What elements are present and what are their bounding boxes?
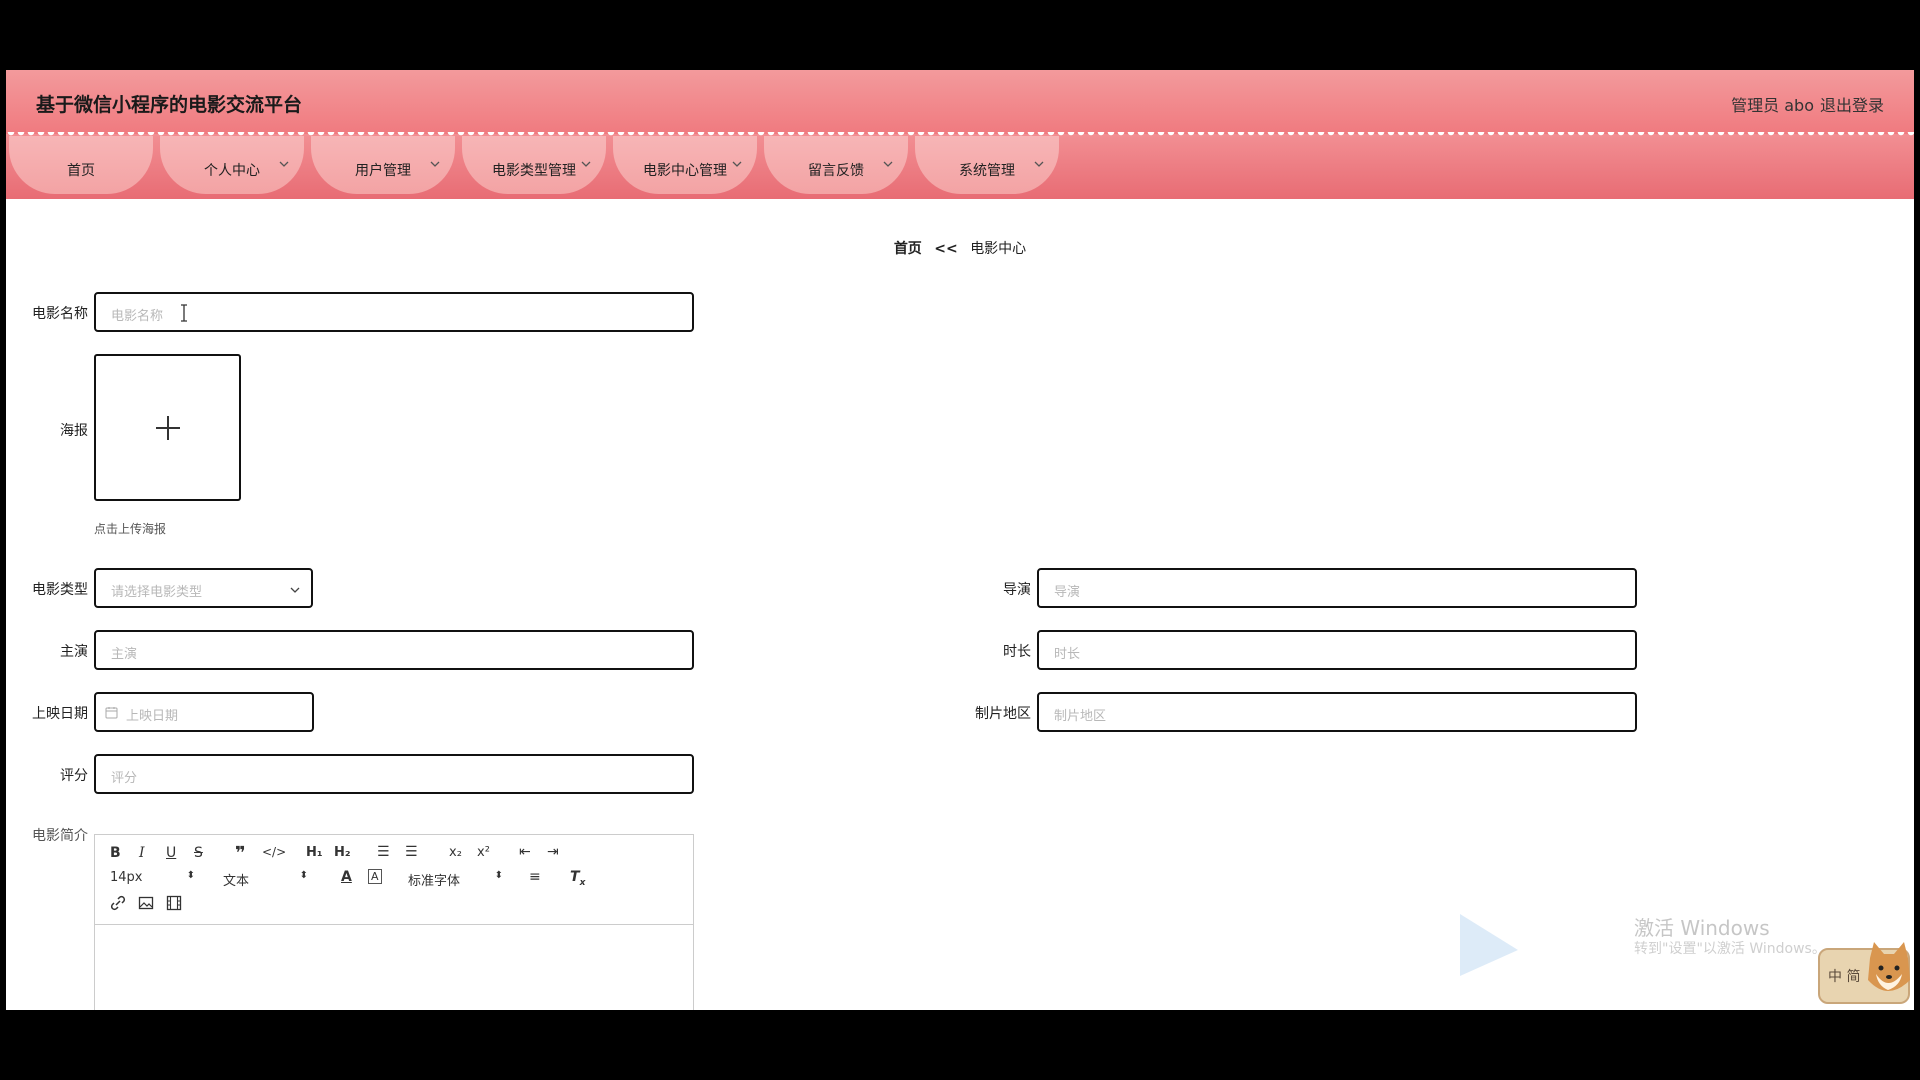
- nav-item-1[interactable]: 个人中心: [160, 136, 304, 194]
- font-size-value: 14px: [110, 870, 143, 885]
- release-date-placeholder: 上映日期: [126, 709, 179, 724]
- calendar-icon: [105, 707, 118, 719]
- font-family-select[interactable]: 标准字体 ⬍: [408, 870, 503, 889]
- nav-item-6[interactable]: 系统管理: [915, 136, 1059, 194]
- duration-placeholder: 时长: [1054, 647, 1081, 662]
- movie-type-placeholder: 请选择电影类型: [111, 585, 203, 600]
- bold-icon[interactable]: B: [110, 845, 121, 861]
- ime-label: 中 简: [1828, 969, 1861, 985]
- editor-toolbar: B I U S ❞ </> H₁ H₂ ☰ ☰ x₂ x² ⇤ ⇥ 14px ⬍ …: [95, 835, 693, 925]
- region-label: 制片地区: [975, 706, 1031, 722]
- chevron-down-icon: [290, 587, 300, 593]
- top-header: 基于微信小程序的电影交流平台 管理员 abo 退出登录: [6, 70, 1914, 134]
- nav-item-5[interactable]: 留言反馈: [764, 136, 908, 194]
- nav-item-label: 首页: [67, 163, 95, 179]
- video-icon[interactable]: [166, 895, 182, 911]
- admin-user-label: 管理员 abo: [1731, 96, 1814, 115]
- code-block-icon[interactable]: </>: [262, 845, 286, 859]
- score-input[interactable]: 评分: [94, 754, 694, 794]
- duration-input[interactable]: 时长: [1037, 630, 1637, 670]
- app-window: 基于微信小程序的电影交流平台 管理员 abo 退出登录 首页 个人中心 用户管理 电影…: [6, 70, 1914, 1010]
- chevron-down-icon: [1034, 161, 1044, 167]
- nav-item-3[interactable]: 电影类型管理: [462, 136, 606, 194]
- score-label: 评分: [60, 768, 88, 784]
- clear-format-icon[interactable]: Tx: [570, 869, 585, 888]
- link-icon[interactable]: [110, 895, 126, 911]
- duration-label: 时长: [1003, 644, 1031, 660]
- score-placeholder: 评分: [111, 771, 138, 786]
- shiba-dog-icon: [1868, 942, 1910, 991]
- movie-name-placeholder: 电影名称: [111, 309, 164, 324]
- blockquote-icon[interactable]: ❞: [235, 843, 246, 864]
- logout-link[interactable]: 退出登录: [1820, 92, 1884, 116]
- region-input[interactable]: 制片地区: [1037, 692, 1637, 732]
- scallop-divider: [6, 132, 1914, 140]
- chevron-down-icon: [883, 161, 893, 167]
- poster-label: 海报: [60, 423, 88, 439]
- movie-name-input[interactable]: 电影名称: [94, 292, 694, 332]
- ordered-list-icon[interactable]: ☰: [377, 844, 390, 860]
- text-format-select[interactable]: 文本 ⬍: [223, 870, 308, 889]
- indent-icon[interactable]: ⇥: [547, 844, 559, 860]
- strikethrough-icon[interactable]: S: [194, 845, 203, 861]
- director-input[interactable]: 导演: [1037, 568, 1637, 608]
- chevron-down-icon: [732, 161, 742, 167]
- bullet-list-icon[interactable]: ☰: [405, 844, 418, 860]
- editor-content-area[interactable]: [95, 925, 693, 1010]
- movie-type-label: 电影类型: [32, 582, 88, 598]
- sort-arrows-icon: ⬍: [299, 870, 308, 881]
- breadcrumb-home[interactable]: 首页: [894, 241, 922, 257]
- font-family-value: 标准字体: [408, 874, 461, 889]
- breadcrumb: 首页 << 电影中心: [6, 238, 1914, 258]
- poster-upload-box[interactable]: [94, 354, 241, 501]
- main-nav: 首页 个人中心 用户管理 电影类型管理 电影中心管理 留言反馈 系统管理: [6, 134, 1914, 199]
- sort-arrows-icon: ⬍: [186, 870, 195, 881]
- release-date-label: 上映日期: [32, 706, 88, 722]
- font-size-select[interactable]: 14px ⬍: [110, 870, 195, 885]
- background-color-icon[interactable]: A: [368, 869, 382, 884]
- ime-widget[interactable]: 中 简: [1818, 942, 1910, 1004]
- movie-type-select[interactable]: 请选择电影类型: [94, 568, 313, 608]
- italic-icon[interactable]: I: [139, 845, 145, 861]
- text-format-value: 文本: [223, 874, 250, 889]
- rich-text-editor: B I U S ❞ </> H₁ H₂ ☰ ☰ x₂ x² ⇤ ⇥ 14px ⬍ …: [94, 834, 694, 1010]
- breadcrumb-separator: <<: [934, 241, 958, 257]
- subscript-icon[interactable]: x₂: [449, 845, 462, 860]
- chevron-down-icon: [581, 161, 591, 167]
- movie-name-label: 电影名称: [32, 306, 88, 322]
- director-label: 导演: [1003, 582, 1031, 598]
- heading2-icon[interactable]: H₂: [334, 845, 351, 860]
- intro-label: 电影简介: [32, 828, 88, 844]
- director-placeholder: 导演: [1054, 585, 1081, 600]
- region-placeholder: 制片地区: [1054, 709, 1107, 724]
- plus-icon: [156, 416, 180, 440]
- activate-windows-hint: 转到"设置"以激活 Windows。: [1634, 941, 1826, 957]
- chevron-down-icon: [430, 161, 440, 167]
- cast-label: 主演: [60, 644, 88, 660]
- text-cursor-icon: [181, 304, 187, 322]
- heading1-icon[interactable]: H₁: [306, 845, 323, 860]
- breadcrumb-current: 电影中心: [970, 241, 1027, 257]
- cast-input[interactable]: 主演: [94, 630, 694, 670]
- cast-placeholder: 主演: [111, 647, 138, 662]
- site-title: 基于微信小程序的电影交流平台: [36, 94, 303, 116]
- underline-icon[interactable]: U: [166, 845, 176, 861]
- superscript-icon[interactable]: x²: [477, 845, 490, 860]
- chevron-down-icon: [279, 161, 289, 167]
- image-icon[interactable]: [138, 895, 154, 911]
- sort-arrows-icon: ⬍: [494, 870, 503, 881]
- activate-windows-watermark: 激活 Windows: [1634, 916, 1770, 940]
- watermark-logo-icon: [1460, 914, 1518, 976]
- nav-item-4[interactable]: 电影中心管理: [613, 136, 757, 194]
- poster-upload-hint: 点击上传海报: [94, 522, 167, 536]
- nav-item-2[interactable]: 用户管理: [311, 136, 455, 194]
- align-icon[interactable]: ≡: [529, 869, 541, 885]
- outdent-icon[interactable]: ⇤: [519, 844, 531, 860]
- nav-item-0[interactable]: 首页: [9, 136, 153, 194]
- font-color-icon[interactable]: A: [341, 869, 352, 885]
- release-date-picker[interactable]: 上映日期: [94, 692, 314, 732]
